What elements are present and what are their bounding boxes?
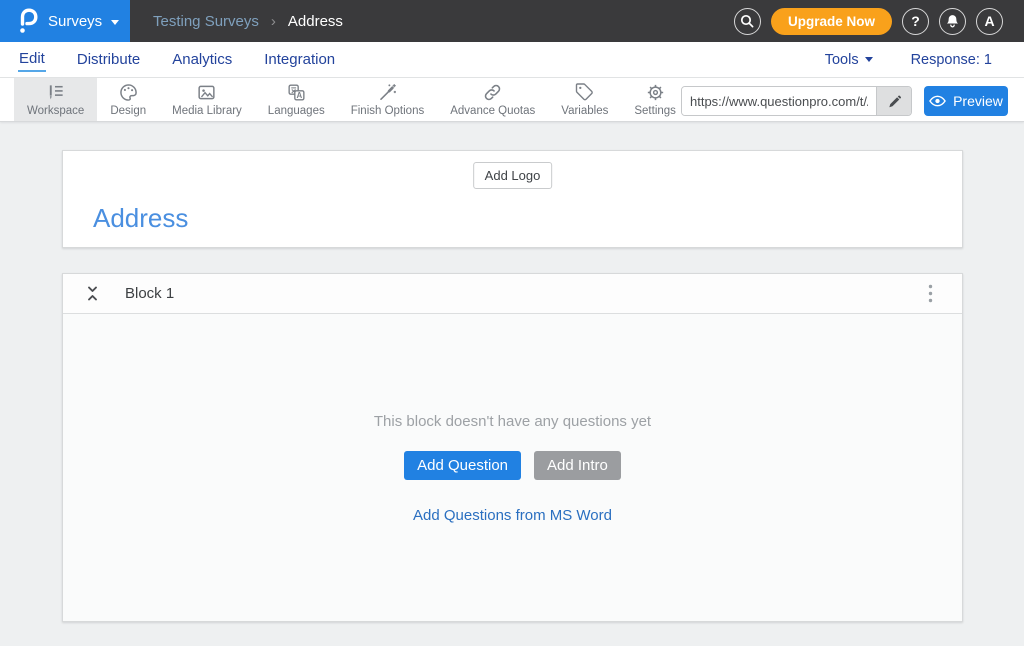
tools-label: Tools [825, 52, 859, 68]
survey-header-card: Add Logo Address [62, 150, 963, 248]
questionpro-logo-icon [17, 7, 39, 35]
palette-icon [118, 82, 139, 103]
top-header: Surveys Testing Surveys › Address Upgrad… [0, 0, 1024, 42]
image-icon [196, 82, 217, 103]
collapse-block-button[interactable] [85, 285, 101, 303]
toolbar-item-label: Design [110, 105, 146, 117]
product-name: Surveys [48, 13, 102, 30]
toolbar-item-variables[interactable]: Variables [548, 78, 621, 121]
avatar[interactable]: A [976, 8, 1003, 35]
toolbar-item-label: Finish Options [351, 105, 425, 117]
block-header: Block 1 [63, 274, 962, 314]
toolbar-item-advance-quotas[interactable]: Advance Quotas [437, 78, 548, 121]
avatar-initial: A [984, 13, 994, 29]
pencil-icon [887, 94, 901, 108]
workspace-icon [45, 82, 66, 103]
tab-analytics[interactable]: Analytics [171, 49, 233, 71]
block-menu-button[interactable] [920, 284, 940, 304]
block-title[interactable]: Block 1 [125, 285, 174, 302]
search-button[interactable] [734, 8, 761, 35]
breadcrumb-parent[interactable]: Testing Surveys [153, 13, 259, 30]
breadcrumb: Testing Surveys › Address [153, 13, 343, 30]
magic-wand-icon [377, 82, 398, 103]
toolbar-item-label: Languages [268, 105, 325, 117]
breadcrumb-current: Address [288, 13, 343, 30]
search-icon [739, 13, 755, 29]
notifications-button[interactable] [939, 8, 966, 35]
chevron-down-icon [111, 20, 119, 25]
upgrade-now-button[interactable]: Upgrade Now [771, 8, 892, 35]
nav-tabs-row: Edit Distribute Analytics Integration To… [0, 42, 1024, 78]
toolbar-item-label: Workspace [27, 105, 84, 117]
question-mark-icon: ? [911, 13, 920, 29]
edit-url-button[interactable] [876, 87, 911, 115]
toolbar-item-label: Settings [634, 105, 676, 117]
toolbar-item-design[interactable]: Design [97, 78, 159, 121]
collapse-icon [85, 285, 100, 302]
preview-label: Preview [953, 93, 1003, 109]
chevron-down-icon [865, 57, 873, 62]
survey-title[interactable]: Address [93, 203, 188, 234]
eye-icon [929, 95, 946, 107]
nav-right: Tools Response: 1 [825, 52, 1006, 68]
toolbar-item-label: Advance Quotas [450, 105, 535, 117]
block-actions: Add Question Add Intro [404, 451, 621, 480]
toolbar-item-workspace[interactable]: Workspace [14, 78, 97, 121]
toolbar-item-media-library[interactable]: Media Library [159, 78, 255, 121]
translate-icon: A [286, 82, 307, 103]
survey-url-input[interactable] [682, 87, 876, 115]
toolbar-item-finish-options[interactable]: Finish Options [338, 78, 438, 121]
add-logo-button[interactable]: Add Logo [473, 162, 553, 189]
add-question-button[interactable]: Add Question [404, 451, 521, 480]
preview-button[interactable]: Preview [924, 86, 1008, 116]
svg-text:A: A [296, 91, 302, 100]
gear-icon [645, 82, 666, 103]
tag-icon [574, 82, 595, 103]
toolbar-item-label: Media Library [172, 105, 242, 117]
add-intro-button[interactable]: Add Intro [534, 451, 621, 480]
kebab-icon [928, 284, 933, 303]
header-actions: Upgrade Now ? A [734, 8, 1024, 35]
tab-integration[interactable]: Integration [263, 49, 336, 71]
product-switcher[interactable]: Surveys [0, 0, 130, 42]
tab-distribute[interactable]: Distribute [76, 49, 141, 71]
chain-link-icon [482, 82, 503, 103]
add-questions-from-ms-word-link[interactable]: Add Questions from MS Word [413, 507, 612, 524]
toolbar-item-label: Variables [561, 105, 608, 117]
tab-edit[interactable]: Edit [18, 48, 46, 72]
block-card: Block 1 This block doesn't have any ques… [62, 273, 963, 622]
breadcrumb-separator-icon: › [271, 13, 276, 30]
toolbar-item-languages[interactable]: A Languages [255, 78, 338, 121]
help-button[interactable]: ? [902, 8, 929, 35]
response-count[interactable]: Response: 1 [911, 52, 992, 68]
bell-icon [945, 13, 960, 29]
empty-block-message: This block doesn't have any questions ye… [374, 413, 651, 430]
block-empty-state: This block doesn't have any questions ye… [63, 314, 962, 622]
survey-url-group [681, 86, 912, 116]
toolbar-item-settings[interactable]: Settings [621, 78, 689, 121]
tools-menu[interactable]: Tools [825, 52, 873, 68]
